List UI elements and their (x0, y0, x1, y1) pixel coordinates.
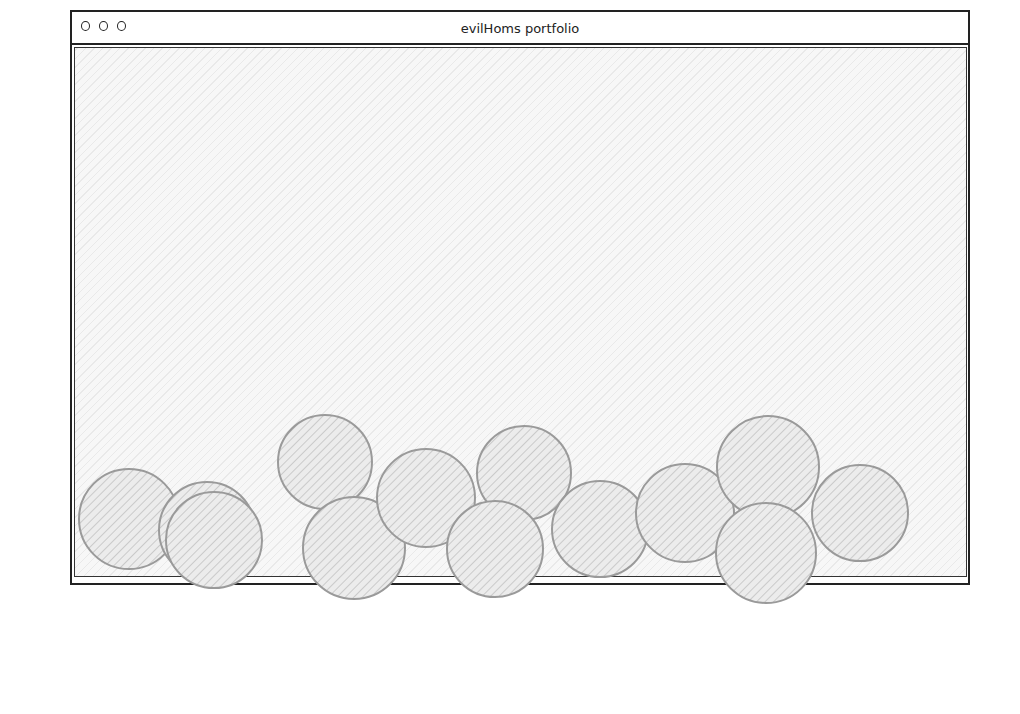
content-area (74, 47, 967, 577)
ball[interactable] (636, 464, 734, 562)
browser-window: evilHoms portfolio (70, 10, 970, 585)
balls (0, 0, 1020, 714)
ball[interactable] (717, 416, 819, 518)
window-title: evilHoms portfolio (461, 19, 580, 36)
ball[interactable] (79, 469, 179, 569)
ball[interactable] (303, 497, 405, 599)
window-control-icon[interactable] (81, 21, 90, 31)
ball[interactable] (377, 449, 475, 547)
ball[interactable] (447, 501, 543, 597)
ball[interactable] (477, 426, 571, 520)
ball[interactable] (552, 481, 648, 577)
ball[interactable] (716, 503, 816, 603)
ball[interactable] (278, 415, 372, 509)
ball[interactable] (159, 482, 255, 578)
window-control-icon[interactable] (99, 21, 108, 31)
ball[interactable] (166, 492, 262, 588)
window-controls (81, 21, 126, 31)
canvas: evilHoms portfolio (0, 0, 1020, 714)
ball[interactable] (812, 465, 908, 561)
window-control-icon[interactable] (117, 21, 126, 31)
title-bar: evilHoms portfolio (72, 12, 968, 45)
